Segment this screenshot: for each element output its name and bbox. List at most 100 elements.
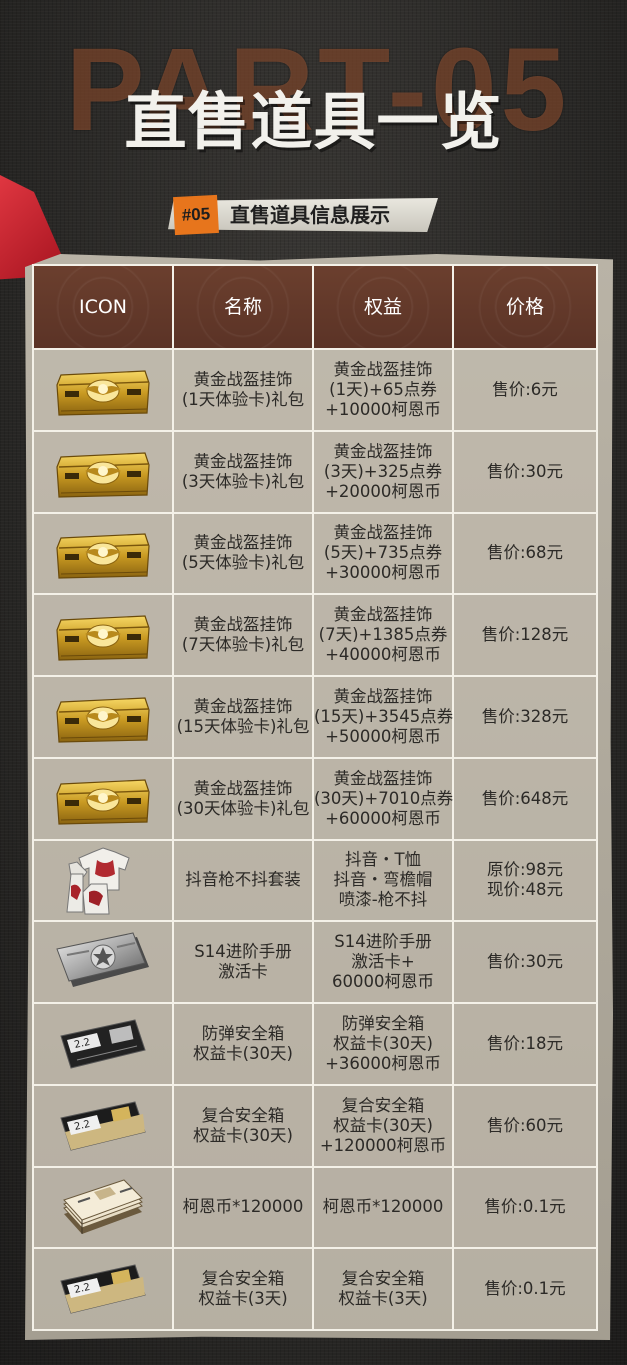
item-benefit-line: (1天)+65点券 <box>329 379 437 399</box>
item-name-cell: 复合安全箱 权益卡(3天) <box>172 1247 314 1331</box>
table-row: 2.2 防弹安全箱 权益卡(30天) 防弹安全箱 权益卡(30天) +36000柯恩币售… <box>32 1002 598 1086</box>
item-benefit-line: +40000柯恩币 <box>325 645 441 665</box>
item-price-text: 售价:60元 <box>454 1116 596 1136</box>
item-price-cell: 售价:30元 <box>452 429 598 514</box>
item-price-line: 售价:0.1元 <box>484 1197 566 1217</box>
item-name-text: 抖音枪不抖套装 <box>174 870 312 890</box>
item-benefit-text: 黄金战盔挂饰 (15天)+3545点券 +50000柯恩币 <box>314 687 454 747</box>
item-price-cell: 售价:0.1元 <box>452 1165 598 1250</box>
item-price-text: 售价:648元 <box>454 789 596 809</box>
item-price-line: 原价:98元 <box>486 860 564 880</box>
table-row: 2.2 复合安全箱 权益卡(30天) 复合安全箱 权益卡(30天) +120000柯恩币… <box>32 1083 598 1168</box>
item-benefit-line: 黄金战盔挂饰 <box>333 523 433 543</box>
item-name-line: (1天体验卡)礼包 <box>181 389 305 409</box>
item-name-line: 黄金战盔挂饰 <box>193 696 293 716</box>
item-name-cell: 抖音枪不抖套装 <box>172 838 314 923</box>
item-benefit-line: 抖音・T恤 <box>344 850 422 870</box>
item-name-cell: 黄金战盔挂饰 (30天体验卡)礼包 <box>172 756 314 841</box>
item-name-line: (30天体验卡)礼包 <box>176 798 310 818</box>
subtitle-text: 直售道具信息展示 <box>230 203 390 227</box>
item-price-text: 售价:30元 <box>454 952 596 972</box>
item-benefit-line: 权益卡(30天) <box>333 1115 433 1135</box>
item-name-text: 黄金战盔挂饰 (5天体验卡)礼包 <box>174 533 312 573</box>
item-name-line: (5天体验卡)礼包 <box>181 553 305 573</box>
column-header-price: 价格 <box>452 264 598 350</box>
icon-cell <box>32 348 174 432</box>
item-benefit-line: (5天)+735点券 <box>323 543 443 563</box>
item-benefit-text: 黄金战盔挂饰 (3天)+325点券 +20000柯恩币 <box>314 442 452 502</box>
gold-crate-icon <box>34 595 172 675</box>
table-row: 黄金战盔挂饰 (5天体验卡)礼包 黄金战盔挂饰 (5天)+735点券 +30000柯恩币… <box>32 511 598 596</box>
item-benefit-line: +30000柯恩币 <box>325 563 441 583</box>
item-benefit-cell: 黄金战盔挂饰 (30天)+7010点券 +60000柯恩币 <box>312 756 454 841</box>
item-benefit-cell: 黄金战盔挂饰 (15天)+3545点券 +50000柯恩币 <box>312 675 454 759</box>
item-price-cell: 原价:98元 现价:48元 <box>452 838 598 923</box>
item-benefit-cell: 抖音・T恤 抖音・弯檐帽 喷漆-枪不抖 <box>312 838 454 923</box>
item-name-cell: 黄金战盔挂饰 (1天体验卡)礼包 <box>172 348 314 432</box>
item-price-line: 售价:328元 <box>481 706 569 726</box>
item-benefit-cell: 复合安全箱 权益卡(3天) <box>312 1247 454 1331</box>
item-name-text: S14进阶手册 激活卡 <box>174 942 312 982</box>
item-price-line: 售价:30元 <box>486 461 564 481</box>
item-name-line: 黄金战盔挂饰 <box>193 615 293 635</box>
item-name-cell: 黄金战盔挂饰 (15天体验卡)礼包 <box>172 675 314 759</box>
item-price-cell: 售价:6元 <box>452 348 598 432</box>
item-benefit-cell: 黄金战盔挂饰 (5天)+735点券 +30000柯恩币 <box>312 511 454 596</box>
item-benefit-text: 黄金战盔挂饰 (30天)+7010点券 +60000柯恩币 <box>314 769 454 829</box>
gold-crate-icon <box>34 677 172 757</box>
item-price-line: 售价:60元 <box>486 1115 564 1135</box>
item-price-line: 售价:128元 <box>481 625 569 645</box>
item-name-line: 黄金战盔挂饰 <box>193 451 293 471</box>
item-name-text: 复合安全箱 权益卡(30天) <box>174 1106 312 1146</box>
item-price-line: 售价:6元 <box>492 379 558 399</box>
column-header-icon: ICON <box>32 264 174 350</box>
icon-cell <box>32 920 174 1004</box>
item-price-line: 售价:648元 <box>481 788 569 808</box>
table-row: 黄金战盔挂饰 (7天体验卡)礼包 黄金战盔挂饰 (7天)+1385点券 +40000柯恩… <box>32 593 598 677</box>
item-price-text: 原价:98元 现价:48元 <box>454 860 596 900</box>
table-row: 黄金战盔挂饰 (30天体验卡)礼包 黄金战盔挂饰 (30天)+7010点券 +60000… <box>32 756 598 841</box>
item-name-line: 复合安全箱 <box>201 1269 285 1289</box>
item-price-line: 售价:30元 <box>486 952 564 972</box>
item-price-text: 售价:328元 <box>454 707 596 727</box>
gold-black-card-icon: 2.2 <box>34 1086 172 1166</box>
item-name-line: 激活卡 <box>218 962 268 982</box>
item-price-text: 售价:0.1元 <box>454 1279 596 1299</box>
item-price-cell: 售价:128元 <box>452 593 598 677</box>
item-name-line: 复合安全箱 <box>201 1105 285 1125</box>
item-name-text: 柯恩币*120000 <box>174 1197 312 1217</box>
icon-cell <box>32 593 174 677</box>
gold-crate-icon <box>34 432 172 512</box>
page-title: 直售道具一览 <box>124 85 503 158</box>
item-price-line: 售价:18元 <box>486 1033 564 1053</box>
item-benefit-text: S14进阶手册 激活卡+ 60000柯恩币 <box>314 932 452 992</box>
item-price-cell: 售价:0.1元 <box>452 1247 598 1331</box>
item-name-line: (15天体验卡)礼包 <box>176 716 310 736</box>
table-row: 抖音枪不抖套装 抖音・T恤 抖音・弯檐帽 喷漆-枪不抖 原价:98元 现价:48元 <box>32 838 598 923</box>
item-benefit-line: 60000柯恩币 <box>332 972 434 992</box>
item-name-line: S14进阶手册 <box>194 942 292 962</box>
item-name-line: 黄金战盔挂饰 <box>193 369 293 389</box>
item-benefit-line: (15天)+3545点券 <box>314 706 454 726</box>
item-benefit-cell: S14进阶手册 激活卡+ 60000柯恩币 <box>312 920 454 1004</box>
item-name-cell: 复合安全箱 权益卡(30天) <box>172 1083 314 1168</box>
icon-cell <box>32 429 174 514</box>
item-price-text: 售价:30元 <box>454 462 596 482</box>
item-benefit-line: (30天)+7010点券 <box>314 788 454 808</box>
icon-cell: 2.2 <box>32 1247 174 1331</box>
item-benefit-cell: 黄金战盔挂饰 (1天)+65点券 +10000柯恩币 <box>312 348 454 432</box>
item-name-text: 黄金战盔挂饰 (15天体验卡)礼包 <box>174 697 312 737</box>
item-benefit-line: 防弹安全箱 <box>341 1013 425 1033</box>
item-name-line: 防弹安全箱 <box>201 1023 285 1043</box>
item-price-cell: 售价:18元 <box>452 1002 598 1086</box>
item-benefit-line: +120000柯恩币 <box>319 1135 447 1155</box>
section-number-tag: #05 <box>173 194 219 236</box>
item-price-text: 售价:68元 <box>454 543 596 563</box>
column-header-benefit: 权益 <box>312 264 454 350</box>
item-name-line: 黄金战盔挂饰 <box>193 533 293 553</box>
icon-cell: 2.2 <box>32 1002 174 1086</box>
item-benefit-line: +20000柯恩币 <box>325 481 441 501</box>
item-name-text: 黄金战盔挂饰 (30天体验卡)礼包 <box>174 779 312 819</box>
column-header-name: 名称 <box>172 264 314 350</box>
item-price-cell: 售价:60元 <box>452 1083 598 1168</box>
